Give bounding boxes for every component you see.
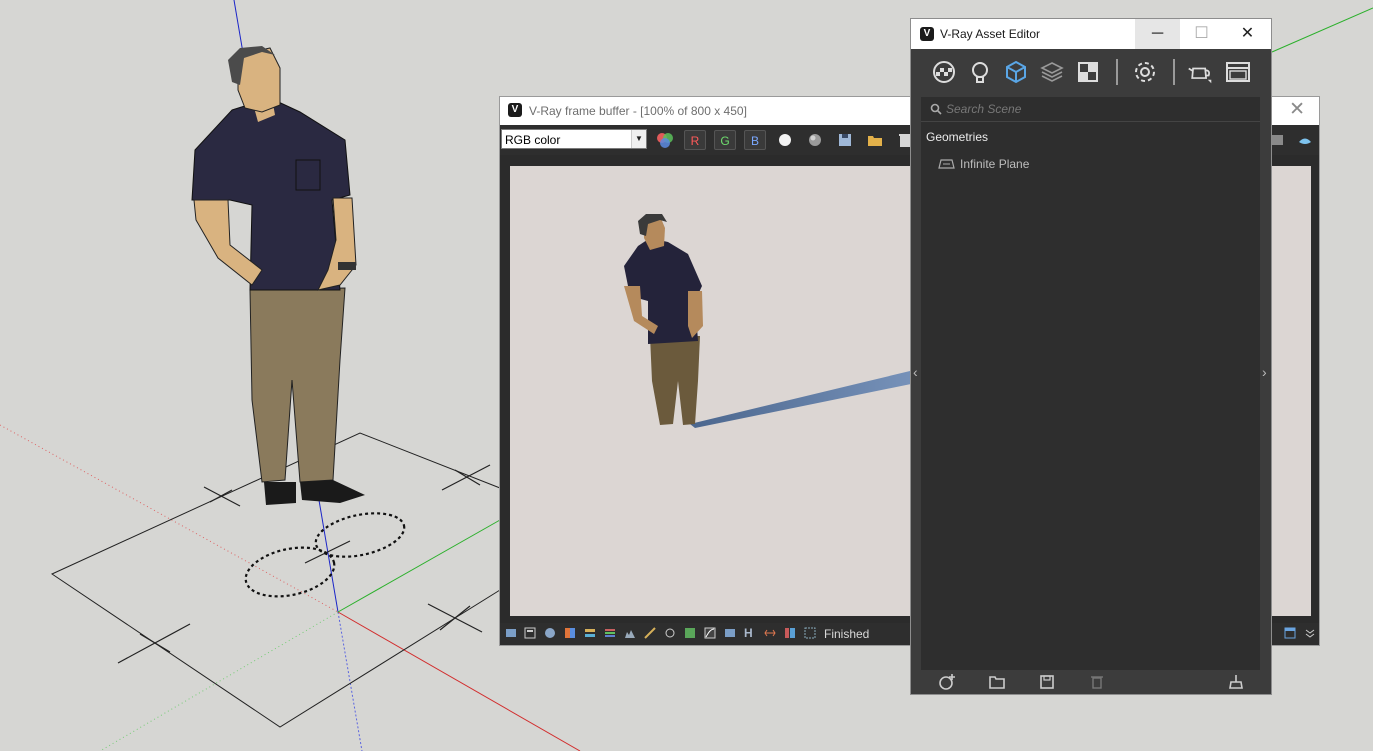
color-channels-icon[interactable] (654, 130, 676, 150)
vray-asset-editor-window[interactable]: V V-Ray Asset Editor ─ ☐ ✕ Search Scene … (910, 18, 1272, 695)
monochrome-icon[interactable] (804, 130, 826, 150)
asset-category-toolbar (911, 49, 1271, 95)
lights-icon[interactable] (967, 59, 993, 85)
open-file-icon[interactable] (988, 673, 1006, 691)
maximize-button[interactable]: ☐ (1179, 19, 1224, 49)
add-asset-icon[interactable] (938, 673, 956, 691)
dashed-circle-upper (314, 512, 406, 558)
asset-editor-footer (911, 670, 1271, 694)
asset-editor-titlebar[interactable]: V V-Ray Asset Editor ─ ☐ ✕ (911, 19, 1271, 49)
save-image-icon[interactable] (834, 130, 856, 150)
close-button[interactable]: ✕ (1225, 19, 1270, 49)
filmic-icon[interactable] (664, 627, 676, 639)
frame-buffer-title: V-Ray frame buffer - [100% of 800 x 450] (529, 104, 747, 118)
purge-icon[interactable] (1227, 673, 1245, 691)
hsl-icon[interactable] (584, 627, 596, 639)
geometry-icon[interactable] (1003, 59, 1029, 85)
open-image-icon[interactable] (864, 130, 886, 150)
vray-logo-icon: V (920, 27, 934, 41)
delete-icon[interactable] (1088, 673, 1106, 691)
compare-icon[interactable] (764, 627, 776, 639)
expand-right-icon[interactable]: › (1262, 364, 1267, 380)
asset-editor-title: V-Ray Asset Editor (940, 27, 1041, 41)
search-icon (930, 103, 942, 115)
man-figure[interactable] (191, 46, 365, 505)
exposure-curve-icon[interactable] (704, 627, 716, 639)
lens-effects-icon[interactable] (524, 627, 536, 639)
save-icon[interactable] (1038, 673, 1056, 691)
green-channel-button[interactable]: G (714, 130, 736, 150)
asset-list-panel[interactable]: Geometries Infinite Plane (921, 122, 1260, 671)
render-teapot-icon[interactable] (1187, 59, 1213, 85)
color-balance-icon[interactable] (604, 627, 616, 639)
hsv-button[interactable]: H (744, 626, 756, 640)
ab-compare-icon[interactable] (784, 627, 796, 639)
vfb-history-icon[interactable] (724, 627, 736, 639)
category-heading: Geometries (926, 130, 989, 144)
red-channel-button[interactable]: R (684, 130, 706, 150)
blue-axis-hidden (337, 611, 363, 751)
collapse-left-icon[interactable]: ‹ (913, 364, 918, 380)
toolbar-separator (1173, 59, 1175, 85)
alpha-white-icon[interactable] (774, 130, 796, 150)
panel-layout-icon[interactable] (1284, 627, 1296, 639)
settings-icon[interactable] (1132, 59, 1158, 85)
blue-channel-button[interactable]: B (744, 130, 766, 150)
white-balance-icon[interactable] (564, 627, 576, 639)
materials-icon[interactable] (931, 59, 957, 85)
textures-icon[interactable] (1039, 59, 1065, 85)
green-axis-far (1271, 7, 1373, 53)
green-axis (337, 519, 501, 613)
frame-buffer-close-button[interactable]: ✕ (1289, 100, 1305, 120)
chevron-down-icon[interactable]: ▼ (631, 130, 646, 148)
expand-chevron-icon[interactable] (1304, 627, 1316, 639)
frame-buffer-icon[interactable] (1225, 59, 1251, 85)
lut-icon[interactable] (684, 627, 696, 639)
search-input[interactable]: Search Scene (946, 102, 1021, 116)
render-teapot-icon[interactable] (1294, 130, 1316, 150)
dashed-circle-lower (244, 546, 336, 598)
minimize-button[interactable]: ─ (1135, 19, 1180, 49)
render-elements-icon[interactable] (1075, 59, 1101, 85)
region-render-icon[interactable] (804, 627, 816, 639)
channel-select-value: RGB color (505, 133, 561, 147)
render-status-text: Finished (824, 627, 870, 641)
green-axis-hidden (99, 611, 339, 751)
channel-select[interactable]: RGB color ▼ (501, 129, 647, 149)
infinite-plane-icon (938, 159, 955, 169)
curves-icon[interactable] (644, 627, 656, 639)
list-item-label: Infinite Plane (960, 157, 1030, 171)
info-icon[interactable] (544, 627, 556, 639)
levels-icon[interactable] (624, 627, 636, 639)
vray-logo-icon: V (508, 103, 522, 117)
toolbar-separator (1116, 59, 1118, 85)
show-corrections-icon[interactable] (505, 627, 517, 639)
search-bar[interactable]: Search Scene (921, 97, 1260, 122)
